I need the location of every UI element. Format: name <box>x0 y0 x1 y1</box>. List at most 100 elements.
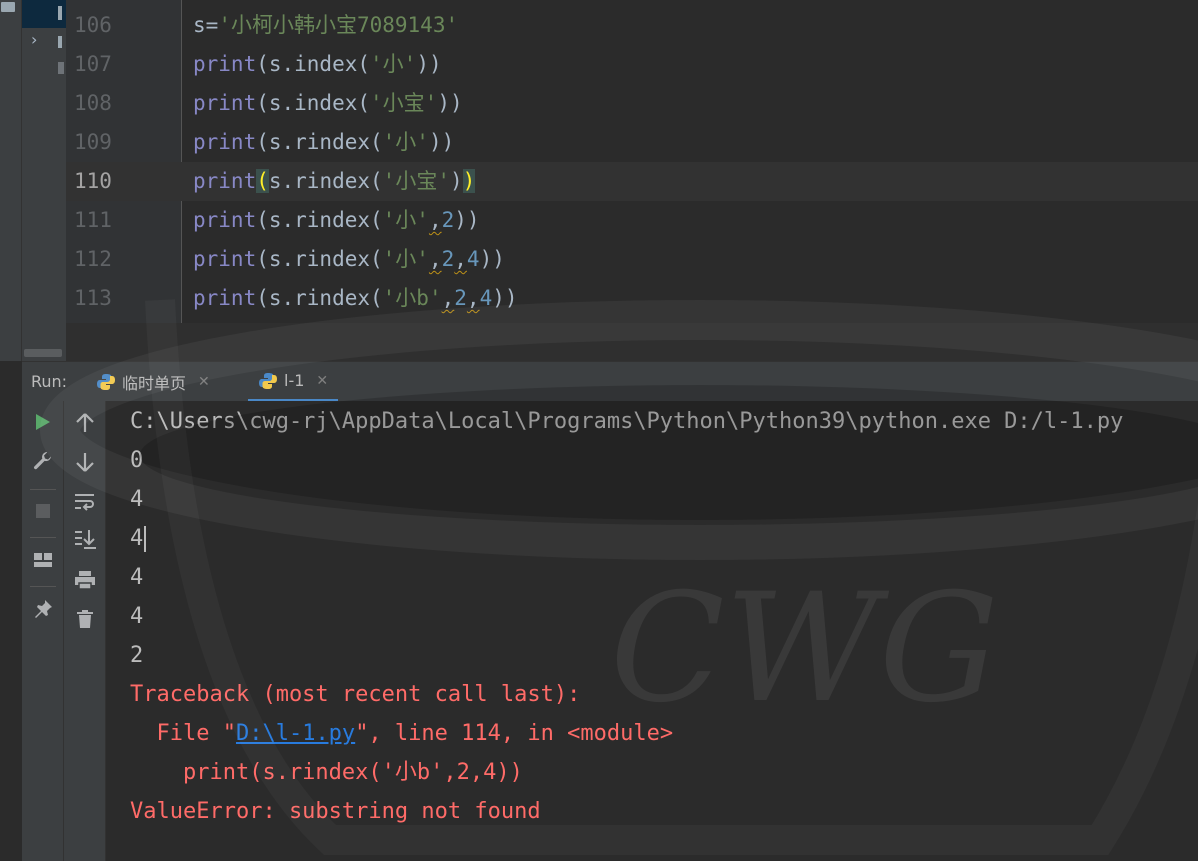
code-text[interactable]: print(s.rindex('小宝')) <box>193 162 476 201</box>
code-line[interactable]: 112 print(s.rindex('小',2,4)) <box>66 240 1198 279</box>
code-token: , <box>466 286 480 310</box>
code-token: (s.index( <box>256 91 371 115</box>
run-tool-window-header: Run: 临时单页 ✕ l-1 ✕ <box>22 361 1198 402</box>
line-number: 108 <box>74 91 112 115</box>
code-token: ) <box>449 169 463 193</box>
pin-icon[interactable] <box>30 596 56 622</box>
code-token: , <box>454 247 467 271</box>
console-output-line: 4 <box>130 565 144 590</box>
project-tree: › <box>22 0 66 345</box>
console-command-line: C:\Users\cwg-rj\AppData\Local\Programs\P… <box>130 409 1124 434</box>
code-token: 4 <box>479 286 493 310</box>
code-token: , <box>428 247 442 271</box>
text-caret <box>144 526 147 552</box>
line-number: 107 <box>74 52 112 76</box>
code-text[interactable]: print(s.rindex('小')) <box>193 123 454 162</box>
run-toolbar-primary <box>22 401 64 861</box>
code-token: ( <box>256 169 269 193</box>
console-output-line: 4 <box>130 604 144 629</box>
code-token: print <box>193 91 257 115</box>
code-token: )) <box>454 208 480 232</box>
wrench-icon[interactable] <box>30 448 56 474</box>
code-token: )) <box>479 247 505 271</box>
traceback-header: Traceback (most recent call last): <box>130 682 581 707</box>
code-text[interactable]: print(s.rindex('小',2,4)) <box>193 240 505 279</box>
code-token: )) <box>428 130 455 154</box>
code-token: '小' <box>382 130 429 154</box>
arrow-down-icon[interactable] <box>72 449 98 475</box>
code-token: , <box>428 208 442 232</box>
code-token: 4 <box>466 247 480 271</box>
code-token: ) <box>462 169 476 193</box>
line-number: 113 <box>74 286 112 310</box>
close-icon[interactable]: ✕ <box>198 374 210 390</box>
run-title: Run: <box>31 372 68 391</box>
console-output[interactable]: C:\Users\cwg-rj\AppData\Local\Programs\P… <box>107 401 1198 861</box>
code-text[interactable]: print(s.rindex('小b',2,4)) <box>193 279 518 318</box>
horizontal-scrollbar[interactable] <box>22 345 66 361</box>
code-token: (s.rindex( <box>256 286 383 310</box>
code-token: , <box>441 286 455 310</box>
arrow-up-icon[interactable] <box>72 410 98 436</box>
console-output-text: 4 <box>130 526 144 551</box>
code-text[interactable]: print(s.rindex('小',2)) <box>193 201 480 240</box>
code-token: '小宝' <box>382 169 450 193</box>
code-token: '小' <box>382 208 429 232</box>
layout-icon[interactable] <box>30 547 56 573</box>
code-token: (s.rindex( <box>256 130 383 154</box>
code-token: '小柯小韩小宝7089143' <box>218 13 459 37</box>
scrollbar-thumb[interactable] <box>24 349 62 357</box>
code-token: 2 <box>441 247 455 271</box>
code-text[interactable]: s='小柯小韩小宝7089143' <box>193 6 458 45</box>
tab-temp-page[interactable]: 临时单页 ✕ <box>86 362 220 402</box>
code-token: '小b' <box>382 286 442 310</box>
traceback-file-link[interactable]: D:\l-1.py <box>236 721 355 746</box>
print-icon[interactable] <box>72 567 98 593</box>
code-token: print <box>193 52 257 76</box>
code-line[interactable]: 106 s='小柯小韩小宝7089143' <box>66 6 1198 45</box>
run-icon[interactable] <box>30 409 56 435</box>
code-token: (s.rindex( <box>256 247 383 271</box>
code-token: print <box>193 286 257 310</box>
code-text[interactable]: print(s.index('小')) <box>193 45 442 84</box>
code-token: '小宝' <box>370 91 438 115</box>
code-token: print <box>193 247 257 271</box>
line-number: 109 <box>74 130 112 154</box>
code-token: s.rindex( <box>268 169 383 193</box>
scroll-to-end-icon[interactable] <box>72 526 98 552</box>
console-output-line: 4 <box>130 519 147 558</box>
tab-label: 临时单页 <box>122 374 187 393</box>
editor-empty-area[interactable] <box>66 323 1198 361</box>
code-token: (s.rindex( <box>256 208 383 232</box>
soft-wrap-icon[interactable] <box>72 489 98 515</box>
code-line[interactable]: 113 print(s.rindex('小b',2,4)) <box>66 279 1198 318</box>
code-token: )) <box>492 286 518 310</box>
line-number: 106 <box>74 13 112 37</box>
traceback-file-suffix: ", line 114, in <module> <box>355 721 674 746</box>
code-token: s <box>193 13 206 37</box>
error-message: ValueError: substring not found <box>130 799 541 824</box>
code-token: 2 <box>454 286 467 310</box>
code-token: 2 <box>441 208 455 232</box>
code-line[interactable]: 110 print(s.rindex('小宝')) <box>66 162 1198 201</box>
chevron-right-icon[interactable]: › <box>31 32 37 48</box>
code-line[interactable]: 107 print(s.index('小')) <box>66 45 1198 84</box>
python-icon <box>259 372 277 389</box>
code-editor[interactable]: 106 s='小柯小韩小宝7089143' 107 print(s.index('小'… <box>66 0 1198 361</box>
code-line[interactable]: 109 print(s.rindex('小')) <box>66 123 1198 162</box>
close-icon[interactable]: ✕ <box>316 373 328 389</box>
tab-label: l-1 <box>284 371 305 390</box>
code-text[interactable]: print(s.index('小宝')) <box>193 84 463 123</box>
code-token: print <box>193 169 257 193</box>
folder-icon[interactable] <box>1 2 15 12</box>
code-line[interactable]: 108 print(s.index('小宝')) <box>66 84 1198 123</box>
console-output-line: 0 <box>130 448 144 473</box>
tab-l-1[interactable]: l-1 ✕ <box>248 362 339 402</box>
code-line[interactable]: 111 print(s.rindex('小',2)) <box>66 201 1198 240</box>
traceback-file-prefix: File " <box>130 721 236 746</box>
trash-icon[interactable] <box>72 606 98 632</box>
code-token: '小' <box>370 52 417 76</box>
project-tree-selected-item[interactable] <box>22 0 66 28</box>
traceback-file-line: File "D:\l-1.py", line 114, in <module> <box>130 714 673 753</box>
stop-icon[interactable] <box>30 498 56 524</box>
